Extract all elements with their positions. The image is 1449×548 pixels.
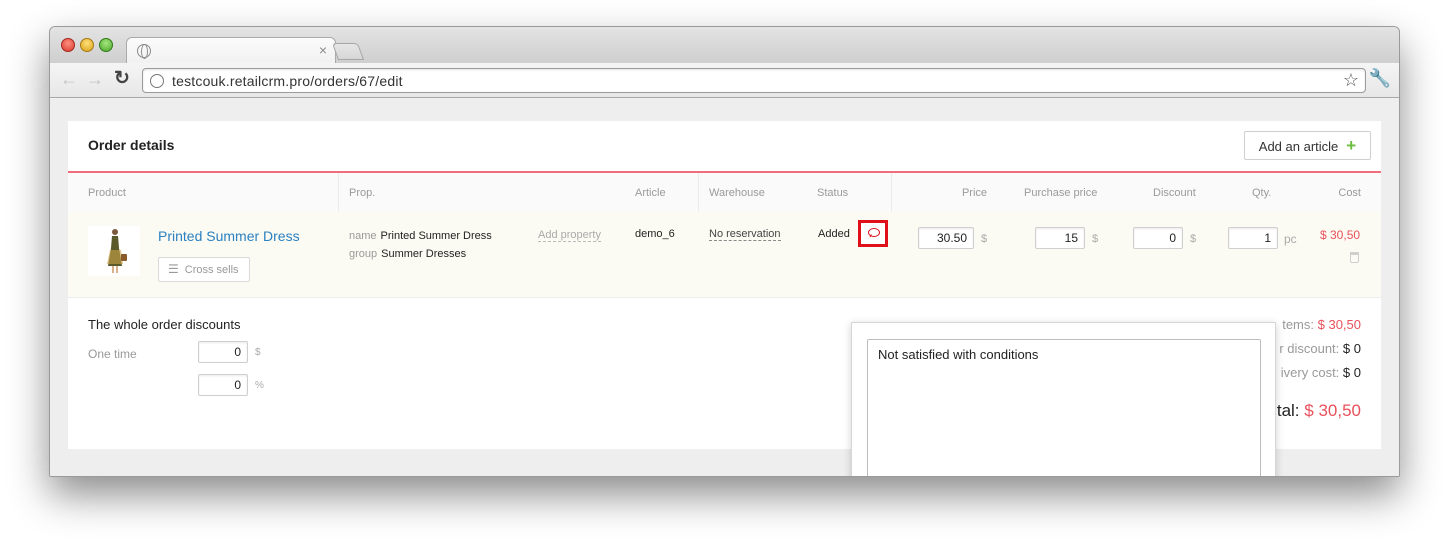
header-qty: Qty.	[1252, 187, 1272, 199]
price-unit: $	[981, 233, 988, 245]
prop-name-value: Printed Summer Dress	[380, 230, 492, 242]
back-arrow-icon[interactable]: ←	[60, 70, 78, 88]
summary-total-value: $ 30,50	[1304, 401, 1361, 420]
browser-window: × ← → ↻ testcouk.retailcrm.pro/orders/67…	[49, 26, 1400, 477]
order-discount-amount-unit: $	[255, 347, 261, 358]
trash-icon[interactable]	[1350, 252, 1359, 263]
card-title: Order details	[88, 137, 175, 153]
summary-discount-value: $ 0	[1342, 341, 1361, 356]
header-product: Product	[88, 187, 126, 199]
summary-discount-label: r discount:	[1279, 341, 1340, 356]
forward-arrow-icon[interactable]: →	[86, 70, 104, 88]
one-time-label: One time	[88, 347, 137, 361]
order-discount-amount-input[interactable]: 0	[198, 341, 248, 363]
header-warehouse: Warehouse	[709, 187, 765, 199]
address-bar[interactable]: testcouk.retailcrm.pro/orders/67/edit ☆	[142, 68, 1366, 93]
add-article-label: Add an article	[1258, 139, 1339, 154]
quantity-input[interactable]: 1	[1228, 227, 1278, 249]
quantity-unit: pc	[1284, 232, 1297, 246]
product-thumbnail[interactable]	[88, 226, 140, 276]
header-article: Article	[635, 187, 666, 199]
page-content: Order details Add an article + Product Pr…	[50, 99, 1399, 476]
discount-unit: $	[1190, 233, 1197, 245]
plus-icon: +	[1346, 136, 1357, 155]
close-window-button[interactable]	[61, 38, 75, 52]
summary-total-label: tal:	[1276, 401, 1300, 420]
order-discount-percent-input[interactable]: 0	[198, 374, 248, 396]
prop-group-value: Summer Dresses	[381, 248, 467, 260]
maximize-window-button[interactable]	[99, 38, 113, 52]
warehouse-link[interactable]: No reservation	[709, 228, 781, 241]
header-price: Price	[961, 187, 987, 199]
order-discount-percent-unit: %	[255, 380, 264, 391]
order-discounts-title: The whole order discounts	[88, 317, 241, 332]
summary-delivery-label: ivery cost:	[1280, 365, 1340, 380]
summary-delivery-value: $ 0	[1342, 365, 1361, 380]
prop-group: group Summer Dresses	[349, 248, 466, 260]
new-tab-button[interactable]	[331, 43, 365, 60]
header-discount: Discount	[1153, 187, 1196, 199]
summary-items: tems: $ 30,50	[1282, 317, 1361, 332]
summary-discount: r discount: $ 0	[1279, 341, 1361, 356]
site-globe-icon	[150, 74, 164, 88]
product-name-link[interactable]: Printed Summer Dress	[158, 228, 300, 244]
cross-sells-button[interactable]: ☰ Cross sells	[158, 257, 250, 282]
status-comment-button[interactable]	[858, 220, 888, 247]
status-comment-textarea[interactable]: Not satisfied with conditions	[867, 339, 1261, 476]
status-comment-popup: Not satisfied with conditions OK	[851, 322, 1276, 476]
header-purchase-price: Purchase price	[1024, 187, 1098, 199]
summary-items-value: $ 30,50	[1317, 317, 1361, 332]
reload-icon[interactable]: ↻	[114, 69, 130, 88]
table-header: Product Prop. Article Warehouse Status P…	[68, 173, 1381, 213]
add-property-link[interactable]: Add property	[538, 229, 601, 242]
add-article-button[interactable]: Add an article +	[1244, 131, 1371, 160]
globe-icon	[137, 44, 151, 59]
article-code: demo_6	[635, 228, 675, 240]
prop-name: name Printed Summer Dress	[349, 230, 492, 242]
purchase-price-unit: $	[1092, 233, 1099, 245]
prop-name-key: name	[349, 230, 377, 242]
list-icon: ☰	[168, 262, 179, 276]
row-cost: $ 30,50	[1320, 228, 1361, 242]
minimize-window-button[interactable]	[80, 38, 94, 52]
comment-icon	[868, 228, 880, 237]
purchase-price-input[interactable]: 15	[1035, 227, 1085, 249]
bookmark-star-icon[interactable]: ☆	[1343, 70, 1359, 91]
discount-input[interactable]: 0	[1133, 227, 1183, 249]
cross-sells-label: Cross sells	[184, 264, 239, 276]
browser-tab[interactable]: ×	[126, 37, 336, 64]
summary-total: tal: $ 30,50	[1277, 401, 1361, 421]
prop-group-key: group	[349, 248, 378, 260]
table-row: Printed Summer Dress ☰ Cross sells name Pr…	[68, 212, 1381, 298]
header-cost: Cost	[1338, 187, 1361, 199]
summary-items-label: tems:	[1282, 317, 1314, 332]
summary-delivery: ivery cost: $ 0	[1281, 365, 1361, 380]
price-input[interactable]: 30.50	[918, 227, 974, 249]
browser-toolbar: ← → ↻ testcouk.retailcrm.pro/orders/67/e…	[50, 63, 1399, 98]
header-prop: Prop.	[349, 187, 376, 199]
tab-strip: ×	[50, 27, 1399, 64]
tab-close-icon[interactable]: ×	[319, 42, 327, 58]
url-text[interactable]: testcouk.retailcrm.pro/orders/67/edit	[172, 73, 403, 89]
header-status: Status	[817, 187, 849, 199]
wrench-icon[interactable]: 🔧	[1369, 68, 1391, 89]
status-value: Added	[818, 228, 850, 240]
